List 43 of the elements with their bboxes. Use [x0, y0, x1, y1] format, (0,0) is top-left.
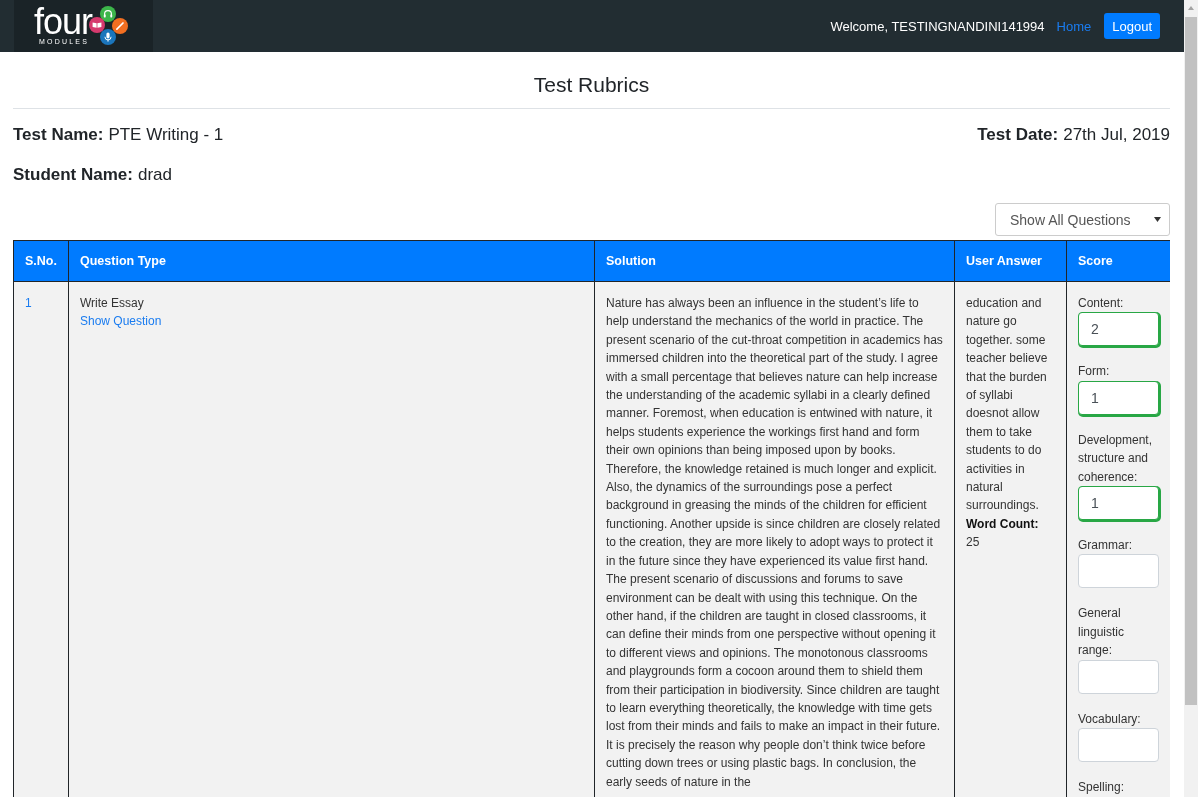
score-input[interactable]: 1 — [1078, 486, 1159, 521]
student-name-label: Student Name: — [13, 164, 133, 186]
score-label: Development, structure and coherence: — [1078, 431, 1154, 486]
student-name-value: drad — [137, 164, 172, 186]
solution-header: Solution — [594, 240, 955, 282]
word-count-value: 25 — [966, 534, 981, 552]
home-link[interactable]: Home — [1056, 18, 1092, 34]
pencil-icon — [112, 18, 129, 34]
score-label: General linguistic range: — [1078, 605, 1126, 660]
score-label: Spelling: — [1078, 779, 1126, 797]
headphones-icon — [100, 6, 117, 22]
score-label: Vocabulary: — [1078, 710, 1142, 728]
word-count-label: Word Count: — [966, 515, 1040, 533]
page-title: Test Rubrics — [532, 72, 651, 98]
solution-text: Nature has always been an influence in the student’s life to help understand the mechanics of the world in practice. The present scenario of the cut-throat competition in academics has immersed children into the theoretical part of the study. I agree with a small percentage that believes nature can help increase the understanding of the academic syllabi in a clearly defined manner. Foremost, when education is entwined with nature, it helps students experience the workings first hand and form their own opinions than being imposed upon by books. Therefore, the knowledge retained is much longer and explicit. Also, the dynamics of the surroundings pose a perfect background in greasing the minds of the children for efficient functioning. Another upside is since children are closely related to the creation, they are more likely to adopt ways to protect it in the future since they have experienced its value first hand. The present scenario of discussions and forums to save environment can be dealt with using this technique. On the other hand, if the children are taught in closed classrooms, it can define their minds from one perspective without opening it to different views and opinions. The monotonous classrooms and playgrounds form a cocoon around them to shield them from their participation in biodiversity. Since children are taught to learn everything theoretically, the knowledge with time gets lost from their minds and fails to make an impact in their future. It is precisely the reason why people don’t think twice before cutting down trees or using plastic bags. In conclusion, the early seeds of nature in the — [606, 295, 943, 791]
score-input[interactable] — [1078, 728, 1159, 763]
scrollbar-thumb[interactable] — [1185, 17, 1197, 705]
logout-button[interactable]: Logout — [1104, 13, 1160, 39]
logo-wordmark: four — [34, 6, 93, 37]
test-date-value: 27th Jul, 2019 — [1063, 124, 1170, 146]
test-name-value: PTE Writing - 1 — [108, 124, 224, 146]
question-type-header: Question Type — [68, 240, 595, 282]
caret-icon — [1154, 217, 1161, 222]
welcome-text: Welcome, TESTINGNANDINI141994 — [830, 18, 1045, 34]
show-question-link[interactable]: Show Question — [80, 312, 583, 331]
score-input[interactable] — [1078, 659, 1159, 694]
score-label: Content: — [1078, 295, 1125, 312]
test-date-label: Test Date: — [977, 124, 1059, 146]
score-label: Form: — [1078, 363, 1111, 381]
score-label: Grammar: — [1078, 537, 1133, 555]
question-type-text: Write Essay — [80, 295, 145, 312]
score-input[interactable]: 2 — [1078, 312, 1159, 347]
serial-number-header: S.No. — [13, 240, 69, 282]
test-name-label: Test Name: — [13, 124, 104, 146]
user-answer-text: education and nature go together. some teacher believe that the burden of syllabi doesnot allow them to take students to do activities in natural surroundings. — [966, 295, 1049, 515]
user-answer-header: User Answer — [954, 240, 1067, 282]
microphone-icon — [100, 29, 117, 45]
score-header: Score — [1066, 240, 1170, 282]
scrollbar-track[interactable] — [1184, 0, 1198, 797]
question-filter-select[interactable]: Show All Questions — [995, 203, 1170, 236]
serial-number: 1 — [25, 295, 33, 312]
score-input[interactable] — [1078, 554, 1159, 589]
score-input[interactable]: 1 — [1078, 380, 1159, 415]
